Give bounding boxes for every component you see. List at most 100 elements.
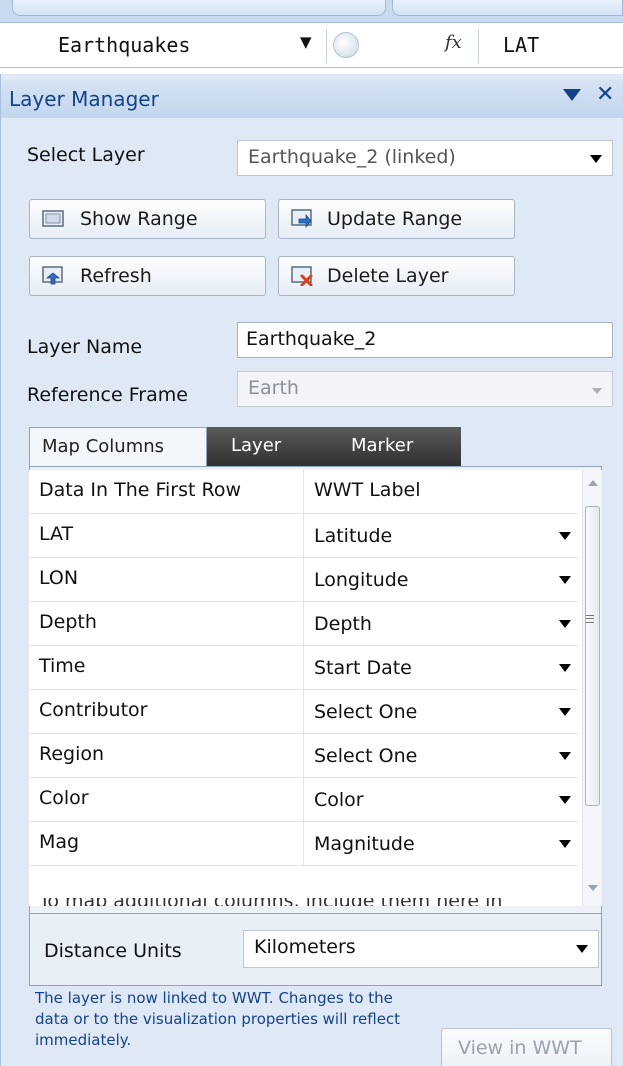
column-divider <box>303 690 304 734</box>
row-data: Mag <box>39 831 80 853</box>
refresh-label: Refresh <box>80 265 152 287</box>
resize-knob-icon[interactable] <box>333 32 359 58</box>
layer-name-input[interactable]: Earthquake_2 <box>237 322 613 358</box>
name-box-value: Earthquakes <box>58 33 191 57</box>
link-status-text: The layer is now linked to WWT. Changes … <box>35 988 415 1066</box>
tab-layer[interactable]: Layer <box>207 427 319 467</box>
chevron-down-icon[interactable] <box>559 576 571 584</box>
chevron-down-icon <box>590 155 602 163</box>
table-row: Region Select One <box>29 734 578 778</box>
tab-map-columns-label: Map Columns <box>42 436 165 457</box>
chevron-down-icon[interactable] <box>559 664 571 672</box>
chevron-down-icon <box>592 388 602 394</box>
grid-scrollbar[interactable] <box>582 470 602 906</box>
formula-controls: fx <box>326 29 476 63</box>
row-label-select[interactable]: Depth <box>314 613 372 635</box>
view-in-wwt-button[interactable]: View in WWT <box>441 1028 612 1066</box>
select-layer-label: Select Layer <box>27 144 145 166</box>
column-mapping-grid: Data In The First Row WWT Label LAT Lati… <box>29 470 582 906</box>
delete-layer-icon <box>291 266 313 286</box>
chevron-down-icon <box>576 945 588 953</box>
show-range-icon <box>42 210 64 227</box>
insert-function-icon[interactable]: fx <box>445 32 462 53</box>
row-data: LAT <box>39 523 74 545</box>
row-label-select[interactable]: Magnitude <box>314 833 415 855</box>
column-divider <box>303 822 304 866</box>
column-divider <box>303 646 304 690</box>
link-status-value: The layer is now linked to WWT. Changes … <box>35 989 401 1049</box>
reference-frame-dropdown[interactable]: Earth <box>237 371 613 407</box>
refresh-button[interactable]: Refresh <box>29 256 266 296</box>
row-data: Depth <box>39 611 97 633</box>
row-label-select[interactable]: Longitude <box>314 569 409 591</box>
scroll-down-icon[interactable] <box>588 885 598 891</box>
formula-value: LAT <box>503 33 540 57</box>
row-label-select[interactable]: Select One <box>314 701 417 723</box>
row-data: Time <box>39 655 86 677</box>
update-range-button[interactable]: Update Range <box>278 199 515 239</box>
chevron-down-icon[interactable] <box>559 708 571 716</box>
chevron-down-icon[interactable] <box>559 620 571 628</box>
row-data: Region <box>39 743 105 765</box>
column-divider <box>303 558 304 602</box>
delete-layer-label: Delete Layer <box>327 265 449 287</box>
table-row: Mag Magnitude <box>29 822 578 866</box>
show-range-button[interactable]: Show Range <box>29 199 266 239</box>
distance-units-dropdown[interactable]: Kilometers <box>243 930 599 968</box>
update-range-icon <box>291 209 312 229</box>
view-in-wwt-label: View in WWT <box>458 1037 582 1059</box>
tab-layer-label: Layer <box>231 435 282 456</box>
panel-menu-icon[interactable] <box>563 89 581 101</box>
panel-header: Layer Manager ✕ <box>1 80 623 118</box>
update-range-label: Update Range <box>327 208 463 230</box>
refresh-icon <box>42 266 63 285</box>
close-icon[interactable]: ✕ <box>596 82 614 107</box>
show-range-label: Show Range <box>80 208 198 230</box>
name-box[interactable]: Earthquakes ▼ <box>0 29 330 63</box>
delete-layer-button[interactable]: Delete Layer <box>278 256 515 296</box>
reference-frame-value: Earth <box>248 377 299 399</box>
select-layer-value: Earthquake_2 (linked) <box>248 146 456 168</box>
tab-marker[interactable]: Marker <box>319 427 461 467</box>
chevron-down-icon[interactable] <box>559 796 571 804</box>
row-label-select[interactable]: Latitude <box>314 525 392 547</box>
chevron-down-icon[interactable] <box>559 532 571 540</box>
chevron-down-icon[interactable] <box>559 752 571 760</box>
ribbon-segment <box>392 0 623 16</box>
scroll-grip-line <box>586 618 594 619</box>
chevron-down-icon[interactable] <box>559 840 571 848</box>
table-row: Contributor Select One <box>29 690 578 734</box>
layer-name-label: Layer Name <box>27 336 143 358</box>
column-divider <box>303 602 304 646</box>
distance-units-area: Distance Units Kilometers <box>29 914 602 986</box>
scroll-thumb[interactable] <box>585 506 600 806</box>
grid-header-label: WWT Label <box>314 479 421 501</box>
clipped-hint-value: To map additional columns, include them … <box>39 898 502 906</box>
table-row: LAT Latitude <box>29 514 578 558</box>
column-divider <box>303 734 304 778</box>
distance-units-label: Distance Units <box>44 940 182 962</box>
column-divider <box>303 514 304 558</box>
row-data: LON <box>39 567 79 589</box>
row-label-select[interactable]: Select One <box>314 745 417 767</box>
formula-input[interactable]: LAT <box>478 29 623 63</box>
distance-units-value: Kilometers <box>254 936 356 958</box>
table-row: LON Longitude <box>29 558 578 602</box>
name-box-dropdown-icon[interactable]: ▼ <box>300 33 312 51</box>
table-row: Depth Depth <box>29 602 578 646</box>
tab-map-columns[interactable]: Map Columns <box>29 427 207 467</box>
row-data: Color <box>39 787 89 809</box>
scroll-grip-icon <box>586 615 594 623</box>
column-divider <box>303 470 304 514</box>
select-layer-dropdown[interactable]: Earthquake_2 (linked) <box>237 140 613 176</box>
row-label-select[interactable]: Color <box>314 789 364 811</box>
scroll-up-icon[interactable] <box>588 480 598 486</box>
tab-marker-label: Marker <box>351 435 414 456</box>
row-data: Contributor <box>39 699 148 721</box>
grid-header-data: Data In The First Row <box>39 479 242 501</box>
table-row: Time Start Date <box>29 646 578 690</box>
row-label-select[interactable]: Start Date <box>314 657 412 679</box>
clipped-hint-text: To map additional columns, include them … <box>39 898 502 906</box>
column-divider <box>303 778 304 822</box>
panel-title: Layer Manager <box>9 87 159 111</box>
